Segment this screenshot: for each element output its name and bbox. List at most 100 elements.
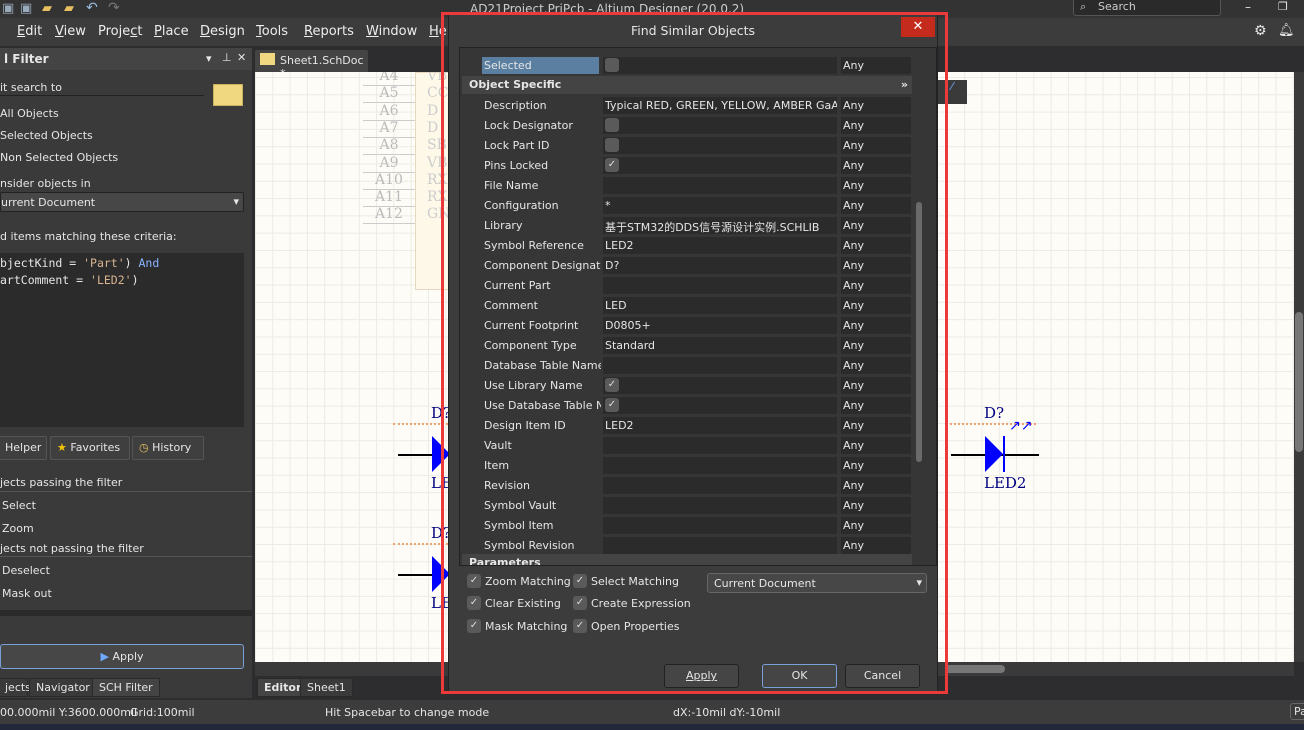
- match-operator-dropdown[interactable]: Any: [841, 157, 911, 174]
- tab-navigator[interactable]: Navigator: [29, 678, 97, 697]
- match-operator-dropdown[interactable]: Any: [841, 317, 911, 334]
- scope-dropdown[interactable]: Current Document ▾: [707, 573, 927, 593]
- document-tab[interactable]: Sheet1.SchDoc *: [255, 50, 368, 80]
- match-operator-dropdown[interactable]: Any: [841, 277, 911, 294]
- property-value[interactable]: LED: [603, 297, 837, 314]
- property-value[interactable]: [603, 117, 837, 134]
- match-operator-dropdown[interactable]: Any: [841, 457, 911, 474]
- option-checkbox[interactable]: ✓ Zoom Matching: [467, 574, 571, 588]
- property-row[interactable]: Use Library Name ✓ Any: [460, 376, 920, 396]
- match-operator-dropdown[interactable]: Any: [841, 237, 911, 254]
- match-operator-dropdown[interactable]: Any: [841, 497, 911, 514]
- match-operator-dropdown[interactable]: Any: [841, 477, 911, 494]
- property-row[interactable]: Lock Designator Any: [460, 116, 920, 136]
- tab-sch-filter[interactable]: SCH Filter: [92, 678, 160, 697]
- checkbox-checked[interactable]: ✓: [573, 574, 587, 588]
- match-operator-dropdown[interactable]: Any: [841, 217, 911, 234]
- match-operator-dropdown[interactable]: Any: [841, 197, 911, 214]
- property-row[interactable]: Revision Any: [460, 476, 920, 496]
- match-operator-dropdown[interactable]: Any: [841, 117, 911, 134]
- checkbox[interactable]: [605, 118, 619, 132]
- property-row-selected[interactable]: Selected Any: [460, 56, 920, 76]
- dropdown-icon[interactable]: ▾: [206, 52, 212, 65]
- checkbox[interactable]: [605, 138, 619, 152]
- search-input[interactable]: ⌕ Search: [1073, 0, 1221, 16]
- menu-item[interactable]: Place: [154, 24, 189, 39]
- checkbox-checked[interactable]: ✓: [467, 574, 481, 588]
- category-parameters[interactable]: Parameters: [462, 554, 912, 565]
- menu-item[interactable]: Project: [98, 24, 143, 39]
- menu-item[interactable]: Reports: [304, 24, 354, 39]
- bell-icon[interactable]: 🔔︎: [1278, 23, 1295, 38]
- property-value[interactable]: Typical RED, GREEN, YELLOW, AMBER GaAs L…: [603, 97, 837, 114]
- property-row[interactable]: Database Table Name Any: [460, 356, 920, 376]
- property-row[interactable]: Current Footprint D0805+ Any: [460, 316, 920, 336]
- property-row[interactable]: File Name Any: [460, 176, 920, 196]
- property-row[interactable]: Design Item ID LED2 Any: [460, 416, 920, 436]
- undo-icon[interactable]: ↶: [86, 0, 98, 16]
- option-checkbox[interactable]: ✓ Select Matching: [573, 574, 679, 588]
- ok-button[interactable]: OK: [762, 664, 837, 688]
- property-row[interactable]: Current Part Any: [460, 276, 920, 296]
- tab-sheet1[interactable]: Sheet1: [300, 678, 353, 697]
- category-object-specific[interactable]: Object Specific»: [462, 76, 912, 94]
- menu-item[interactable]: Design: [200, 24, 245, 39]
- helper-button[interactable]: Helper: [0, 436, 47, 460]
- option-checkbox[interactable]: ✓ Mask Matching: [467, 619, 567, 633]
- property-row[interactable]: Symbol Item Any: [460, 516, 920, 536]
- checkbox-zoom[interactable]: Zoom: [2, 522, 34, 535]
- property-row[interactable]: Vault Any: [460, 436, 920, 456]
- match-operator-dropdown[interactable]: Any: [841, 437, 911, 454]
- property-value[interactable]: D0805+: [603, 317, 837, 334]
- checkbox-checked[interactable]: ✓: [573, 619, 587, 633]
- property-value[interactable]: ✓: [603, 397, 837, 414]
- property-row[interactable]: Item Any: [460, 456, 920, 476]
- property-value[interactable]: [603, 517, 837, 534]
- query-expression-editor[interactable]: bjectKind = 'Part') And artComment = 'LE…: [0, 253, 244, 427]
- property-row[interactable]: Component Designator D? Any: [460, 256, 920, 276]
- gear-icon[interactable]: ⚙: [1254, 23, 1267, 39]
- match-operator-dropdown[interactable]: Any: [841, 377, 911, 394]
- property-row[interactable]: Lock Part ID Any: [460, 136, 920, 156]
- property-value[interactable]: [603, 457, 837, 474]
- save-icon[interactable]: ▣: [2, 1, 14, 16]
- checkbox-checked[interactable]: ✓: [467, 619, 481, 633]
- property-row[interactable]: Configuration * Any: [460, 196, 920, 216]
- option-checkbox[interactable]: ✓ Create Expression: [573, 596, 691, 610]
- property-value[interactable]: [603, 177, 837, 194]
- grid-scrollbar[interactable]: [915, 54, 923, 554]
- checkbox-checked[interactable]: ✓: [467, 596, 481, 610]
- favorites-button[interactable]: ★ Favorites: [50, 436, 130, 460]
- open-icon[interactable]: ▰: [42, 1, 52, 16]
- property-row[interactable]: Library 基于STM32的DDS信号源设计实例.SCHLIB Any: [460, 216, 920, 236]
- checkbox-deselect[interactable]: Deselect: [2, 564, 50, 577]
- match-operator-dropdown[interactable]: Any: [841, 397, 911, 414]
- filter-favorites-icon[interactable]: [213, 84, 243, 106]
- save-all-icon[interactable]: ▣: [20, 1, 32, 16]
- match-operator-dropdown[interactable]: Any: [841, 257, 911, 274]
- menu-item[interactable]: Tools: [256, 24, 288, 39]
- property-value[interactable]: LED2: [603, 237, 837, 254]
- radio-all-objects[interactable]: All Objects: [0, 107, 59, 120]
- close-button[interactable]: ✕: [901, 17, 935, 37]
- property-value[interactable]: ✓: [603, 157, 837, 174]
- property-value[interactable]: Standard: [603, 337, 837, 354]
- option-checkbox[interactable]: ✓ Open Properties: [573, 619, 679, 633]
- checkbox[interactable]: [605, 58, 619, 72]
- checkbox-mask-out[interactable]: Mask out: [2, 587, 52, 600]
- checkbox-checked[interactable]: ✓: [605, 378, 619, 392]
- match-operator-dropdown[interactable]: Any: [841, 137, 911, 154]
- checkbox-checked[interactable]: ✓: [573, 596, 587, 610]
- close-icon[interactable]: ✕: [237, 51, 246, 64]
- checkbox-select[interactable]: Select: [2, 499, 36, 512]
- property-row[interactable]: Use Database Table Name ✓ Any: [460, 396, 920, 416]
- menu-item[interactable]: Window: [366, 24, 417, 39]
- property-value[interactable]: [603, 357, 837, 374]
- radio-selected-objects[interactable]: Selected Objects: [0, 129, 93, 142]
- menu-item[interactable]: View: [55, 24, 86, 39]
- apply-filter-button[interactable]: ▶ Apply: [0, 644, 244, 669]
- property-row[interactable]: Pins Locked ✓ Any: [460, 156, 920, 176]
- menu-item[interactable]: Edit: [17, 24, 42, 39]
- checkbox-checked[interactable]: ✓: [605, 398, 619, 412]
- option-checkbox[interactable]: ✓ Clear Existing: [467, 596, 561, 610]
